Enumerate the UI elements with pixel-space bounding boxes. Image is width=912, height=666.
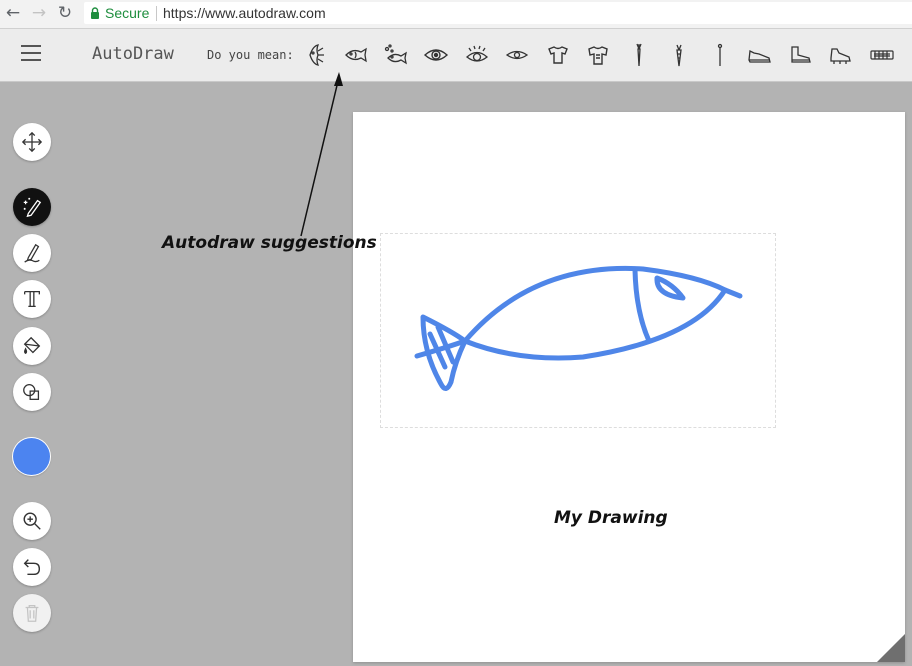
- carrot-icon[interactable]: [625, 42, 653, 68]
- autodraw-tool-button[interactable]: [13, 188, 51, 226]
- zoom-tool-button[interactable]: [13, 502, 51, 540]
- reload-icon[interactable]: ↻: [54, 2, 76, 24]
- sneaker-icon[interactable]: [746, 42, 774, 68]
- undo-icon: [23, 559, 41, 576]
- magic-pencil-icon: [23, 197, 42, 218]
- fish-icon[interactable]: [342, 42, 370, 68]
- jersey-icon[interactable]: [584, 42, 612, 68]
- color-picker-swatch[interactable]: [13, 438, 50, 475]
- angelfish-icon[interactable]: [301, 42, 329, 68]
- url-divider: [156, 6, 157, 21]
- app-title: AutoDraw: [92, 44, 174, 64]
- keyboard-icon[interactable]: [868, 42, 896, 68]
- shirt-icon[interactable]: [544, 42, 572, 68]
- drawing-canvas[interactable]: [353, 112, 905, 662]
- pencil-icon: [24, 243, 40, 263]
- type-tool-button[interactable]: [13, 280, 51, 318]
- shapes-icon: [23, 384, 40, 400]
- forward-arrow-icon[interactable]: →: [28, 2, 50, 24]
- move-tool-button[interactable]: [13, 123, 51, 161]
- fish-bubbles-icon[interactable]: [382, 42, 410, 68]
- hamburger-menu-icon[interactable]: [21, 45, 41, 65]
- fish-drawing[interactable]: [353, 112, 905, 662]
- annotation-suggestions: Autodraw suggestions: [162, 233, 377, 253]
- move-arrows-icon: [21, 131, 43, 153]
- draw-tool-button[interactable]: [13, 234, 51, 272]
- trash-icon: [25, 605, 39, 622]
- fill-tool-button[interactable]: [13, 327, 51, 365]
- delete-button[interactable]: [13, 594, 51, 632]
- undo-button[interactable]: [13, 548, 51, 586]
- fish-stroke: [414, 265, 743, 391]
- boot-icon[interactable]: [787, 42, 815, 68]
- cleat-icon[interactable]: [827, 42, 855, 68]
- suggestions-label: Do you mean:: [207, 48, 294, 62]
- zoom-in-icon: [23, 512, 41, 530]
- secure-label: Secure: [105, 5, 150, 21]
- eye-lashes-icon[interactable]: [463, 42, 491, 68]
- eye-simple-icon[interactable]: [503, 42, 531, 68]
- app-header: AutoDraw Do you mean:: [0, 29, 912, 82]
- annotation-my-drawing: My Drawing: [554, 508, 668, 528]
- address-bar[interactable]: Secure https://www.autodraw.com: [84, 2, 912, 24]
- back-arrow-icon[interactable]: ←: [2, 2, 24, 24]
- url-text[interactable]: https://www.autodraw.com: [163, 5, 326, 21]
- text-type-icon: [24, 291, 40, 307]
- browser-bar: ← → ↻ Secure https://www.autodraw.com: [0, 0, 912, 29]
- eye-icon[interactable]: [422, 42, 450, 68]
- shape-tool-button[interactable]: [13, 373, 51, 411]
- paint-bucket-icon: [23, 336, 41, 355]
- carrot-icon[interactable]: [665, 42, 693, 68]
- lock-icon: [91, 7, 99, 19]
- page-fold-corner[interactable]: [877, 634, 905, 662]
- pin-icon[interactable]: [706, 42, 734, 68]
